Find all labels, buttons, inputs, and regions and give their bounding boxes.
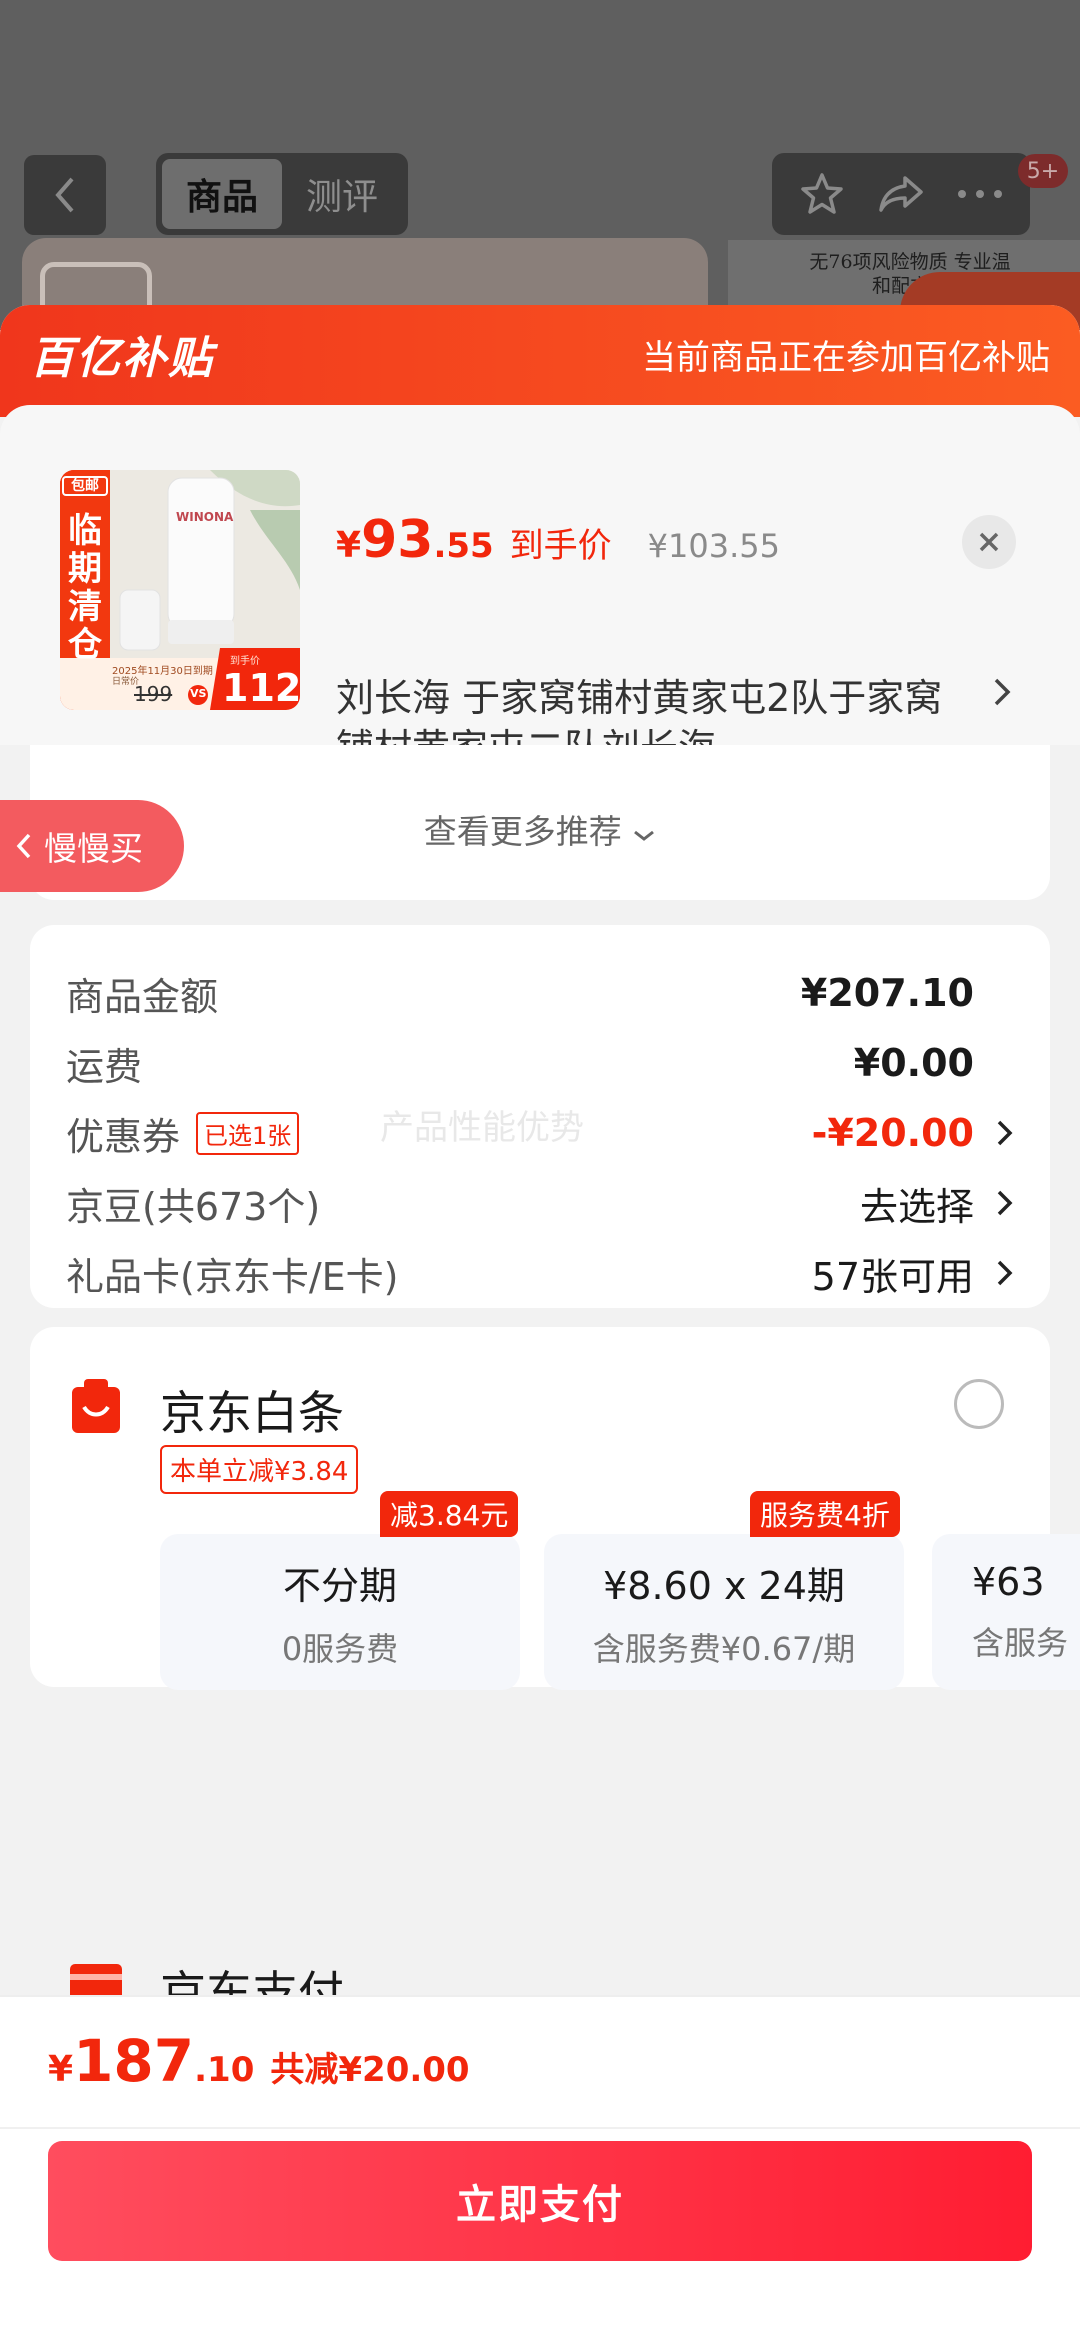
message-count-badge: 5+: [1018, 154, 1068, 188]
more-icon[interactable]: [956, 188, 1004, 200]
product-thumbnail: 包邮 临期清仓 WINONA 2025年11月30日到期 日常价 199 VS …: [60, 470, 300, 710]
close-button[interactable]: [962, 515, 1016, 569]
summary-label: 礼品卡(京东卡/E卡): [66, 1254, 399, 1299]
watermark-text: 产品性能优势: [380, 1108, 584, 1148]
recommend-card: 查看更多推荐: [30, 745, 1050, 900]
subsidy-note: 当前商品正在参加百亿补贴: [642, 337, 1050, 378]
subsidy-banner: 百亿补贴 当前商品正在参加百亿补贴: [0, 305, 1080, 417]
plan-main: ¥8.60 x 24期: [603, 1563, 845, 1608]
chevron-right-icon: [997, 1190, 1013, 1216]
summary-row-jd-beans[interactable]: 京豆(共673个) 去选择: [66, 1173, 1016, 1233]
payment-methods: 京东白条 本单立减¥3.84 不分期 0服务费 减3.84元 ¥8.60 x 2…: [30, 1327, 1080, 1690]
plan-main: ¥63: [972, 1560, 1045, 1604]
final-price-tag: 到手价: [509, 526, 612, 566]
currency-symbol: ¥: [336, 525, 362, 566]
subsidy-logo: 百亿补贴: [30, 333, 214, 384]
plan-fee-tag: 服务费4折: [750, 1491, 900, 1537]
summary-row-gift-card[interactable]: 礼品卡(京东卡/E卡) 57张可用: [66, 1243, 1016, 1303]
summary-label: 优惠券: [66, 1114, 181, 1159]
total-currency: ¥: [48, 2049, 74, 2090]
total-integer: 187: [73, 2027, 195, 2095]
close-icon: [979, 532, 999, 552]
nav-actions: [772, 153, 1030, 235]
slow-buy-button[interactable]: 慢慢买: [0, 800, 184, 892]
summary-row-shipping: 运费 ¥0.00: [66, 1033, 1016, 1093]
chevron-left-icon: [55, 177, 74, 213]
chevron-right-icon: [997, 1260, 1013, 1286]
price-decimal: .55: [433, 526, 494, 566]
installment-plan-24[interactable]: ¥8.60 x 24期 含服务费¥0.67/期: [544, 1534, 904, 1690]
coupon-selected-tag: 已选1张: [196, 1111, 300, 1155]
summary-label: 商品金额: [66, 974, 219, 1019]
chevron-right-icon: [994, 678, 1011, 706]
coupon-value: -¥20.00: [811, 1111, 974, 1155]
top-tabs: 商品 测评: [156, 153, 408, 235]
price-integer: 93: [361, 510, 434, 570]
thumb-old-price: 199: [134, 682, 173, 706]
chevron-left-icon: [16, 833, 31, 859]
summary-value: ¥207.10: [800, 971, 974, 1015]
summary-label: 京豆(共673个): [66, 1184, 321, 1229]
thumb-new-price: 112: [222, 666, 300, 710]
product-section: 包邮 临期清仓 WINONA 2025年11月30日到期 日常价 199 VS …: [0, 405, 1080, 770]
plan-discount-tag: 减3.84元: [380, 1491, 519, 1537]
share-icon[interactable]: [875, 170, 927, 218]
product-price: ¥ 93 .55 到手价 ¥103.55: [336, 510, 780, 570]
divider: [0, 1995, 1080, 1997]
tab-product[interactable]: 商品: [162, 159, 282, 229]
baitiao-radio[interactable]: [954, 1379, 1004, 1429]
thumb-free-shipping-badge: 包邮: [62, 476, 108, 496]
baitiao-icon: [72, 1379, 120, 1433]
thumb-subsidy-label: 到手价: [230, 656, 260, 667]
divider: [0, 2127, 1080, 2129]
pay-now-button[interactable]: 立即支付: [48, 2141, 1032, 2261]
thumb-vs: VS: [190, 687, 207, 700]
checkout-footer: ¥ 187 .10 共减¥20.00 立即支付: [0, 1995, 1080, 2344]
tab-review[interactable]: 测评: [282, 159, 402, 229]
plan-sub: 含服务: [972, 1624, 1069, 1662]
background-page: 无76项风险物质 专业温和配方有 商品 测评 5+: [0, 0, 1080, 330]
more-recommend-label: 查看更多推荐: [423, 812, 622, 851]
plan-sub: 0服务费: [281, 1629, 399, 1668]
thumb-brand: WINONA: [176, 510, 234, 524]
baitiao-title: 京东白条: [160, 1386, 344, 1440]
jd-pay-icon: [70, 1964, 122, 2000]
plan-main: 不分期: [282, 1563, 397, 1608]
star-icon[interactable]: [798, 170, 846, 218]
installment-plan-none[interactable]: 不分期 0服务费: [160, 1534, 520, 1690]
original-price: ¥103.55: [647, 527, 780, 565]
slow-buy-label: 慢慢买: [44, 829, 143, 868]
installment-plan-partial[interactable]: ¥63 含服务: [932, 1534, 1080, 1690]
summary-label: 运费: [66, 1044, 143, 1089]
beans-value: 去选择: [859, 1184, 974, 1229]
summary-row-goods-amount: 商品金额 ¥207.10: [66, 963, 1016, 1023]
summary-value: ¥0.00: [853, 1041, 974, 1085]
chevron-right-icon: [997, 1120, 1013, 1146]
total-saved: 共减¥20.00: [270, 2050, 470, 2090]
chevron-down-icon: [634, 830, 655, 841]
back-button[interactable]: [24, 155, 106, 235]
thumb-clearance-text: 临期清仓: [68, 511, 102, 665]
total-price: ¥ 187 .10 共减¥20.00: [48, 2027, 470, 2095]
plan-sub: 含服务费¥0.67/期: [592, 1629, 856, 1668]
total-decimal: .10: [194, 2050, 255, 2090]
baitiao-promo-tag: 本单立减¥3.84: [160, 1445, 359, 1494]
gift-card-value: 57张可用: [811, 1254, 974, 1299]
